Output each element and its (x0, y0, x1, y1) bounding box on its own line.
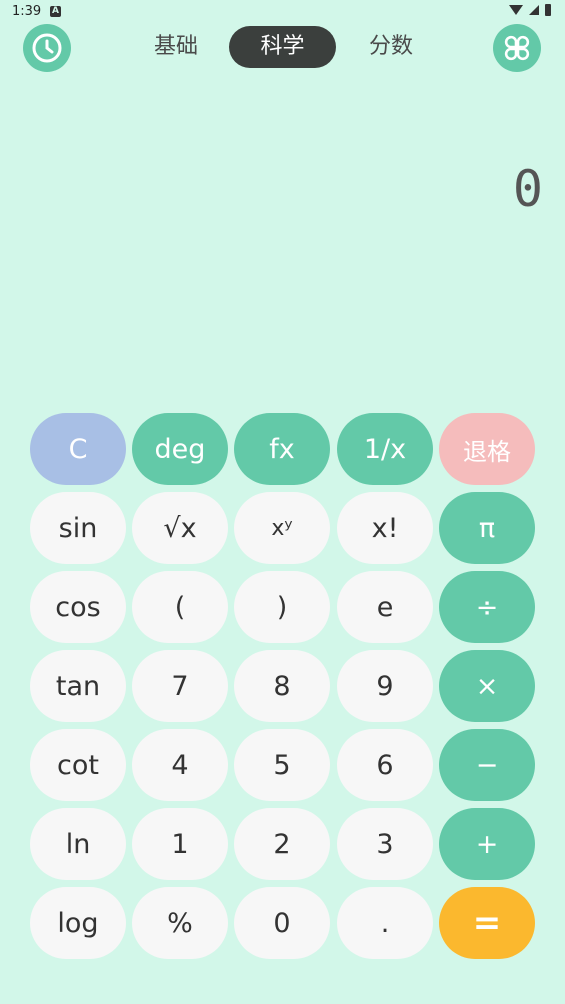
e-button[interactable]: e (337, 571, 433, 643)
fx-button[interactable]: fx (234, 413, 330, 485)
ln-button[interactable]: ln (30, 808, 126, 880)
menu-button[interactable] (493, 24, 541, 72)
digit-4-button[interactable]: 4 (132, 729, 228, 801)
battery-icon (545, 4, 551, 16)
power-button[interactable]: xʸ (234, 492, 330, 564)
plus-button[interactable]: + (439, 808, 535, 880)
digit-2-button[interactable]: 2 (234, 808, 330, 880)
percent-button[interactable]: % (132, 887, 228, 959)
result-display: 0 (512, 160, 543, 218)
status-bar: 1:39 A (0, 0, 565, 24)
minus-button[interactable]: − (439, 729, 535, 801)
equals-button[interactable]: = (439, 887, 535, 959)
pi-button[interactable]: π (439, 492, 535, 564)
reciprocal-button[interactable]: 1/x (337, 413, 433, 485)
left-paren-button[interactable]: ( (132, 571, 228, 643)
multiply-button[interactable]: × (439, 650, 535, 722)
cos-button[interactable]: cos (30, 571, 126, 643)
cot-button[interactable]: cot (30, 729, 126, 801)
tab-fraction[interactable]: 分数 (343, 26, 439, 68)
status-icons (509, 4, 551, 16)
sin-button[interactable]: sin (30, 492, 126, 564)
backspace-button[interactable]: 退格 (439, 413, 535, 485)
digit-9-button[interactable]: 9 (337, 650, 433, 722)
factorial-button[interactable]: x! (337, 492, 433, 564)
digit-5-button[interactable]: 5 (234, 729, 330, 801)
tab-basic[interactable]: 基础 (128, 26, 224, 68)
notification-icon: A (50, 6, 61, 17)
digit-8-button[interactable]: 8 (234, 650, 330, 722)
divide-button[interactable]: ÷ (439, 571, 535, 643)
decimal-point-button[interactable]: . (337, 887, 433, 959)
digit-0-button[interactable]: 0 (234, 887, 330, 959)
digit-3-button[interactable]: 3 (337, 808, 433, 880)
right-paren-button[interactable]: ) (234, 571, 330, 643)
digit-6-button[interactable]: 6 (337, 729, 433, 801)
clover-icon (504, 35, 530, 61)
wifi-icon (509, 5, 523, 15)
digit-7-button[interactable]: 7 (132, 650, 228, 722)
tan-button[interactable]: tan (30, 650, 126, 722)
sqrt-button[interactable]: √x (132, 492, 228, 564)
status-time: 1:39 (12, 4, 42, 19)
digit-1-button[interactable]: 1 (132, 808, 228, 880)
log-button[interactable]: log (30, 887, 126, 959)
tab-scientific[interactable]: 科学 (229, 26, 336, 68)
clear-button[interactable]: C (30, 413, 126, 485)
signal-icon (529, 5, 539, 15)
deg-button[interactable]: deg (132, 413, 228, 485)
mode-tabs: 基础 科学 分数 (0, 26, 565, 68)
